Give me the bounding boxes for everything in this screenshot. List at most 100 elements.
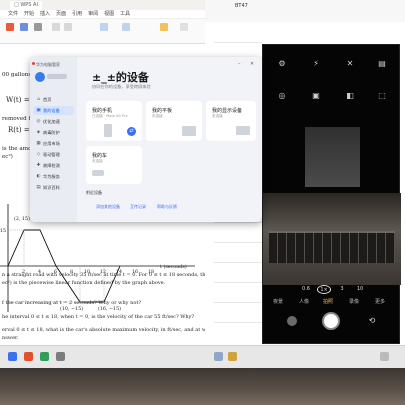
nearby-devices-heading: 附近设备 (86, 190, 102, 195)
mode-portrait[interactable]: 人像 (299, 298, 309, 305)
sidebar-item-optimize[interactable]: ◎ 优化加速 (33, 117, 74, 126)
gallery-thumbnail[interactable] (287, 316, 297, 326)
service-icon: ◐ (36, 174, 41, 179)
zoom-selector: 0.6 1× 3 10 (263, 285, 401, 295)
find-icon[interactable] (160, 23, 168, 31)
camera-preview-thumbnail (305, 127, 360, 187)
heading-icon[interactable] (122, 23, 130, 31)
switch-camera-icon[interactable]: ⟲ (367, 316, 377, 326)
doc-tab-wps-ai[interactable]: □ WPS AI (10, 1, 42, 10)
menu-reference[interactable]: 引用 (72, 10, 82, 18)
filter-icon[interactable]: ▤ (375, 59, 389, 68)
avatar[interactable] (35, 72, 45, 82)
sheet-icon[interactable] (40, 352, 49, 361)
sidebar-item-home[interactable]: ⌂ 首页 (33, 95, 74, 104)
settings-icon[interactable] (180, 23, 188, 31)
camera-mode-bar: 夜景 人像 拍照 录像 更多 (263, 298, 401, 307)
close-icon[interactable]: ✕ (343, 59, 357, 68)
diagnostics-icon: ✚ (36, 163, 41, 168)
menu-tools[interactable]: 工具 (120, 10, 130, 18)
menu-review[interactable]: 审阅 (88, 10, 98, 18)
doc-paragraph: f the car increasing at t = 2 seconds? W… (2, 300, 142, 306)
ratio-icon[interactable]: ▣ (309, 91, 323, 100)
device-card-phone[interactable]: 我的手机 已连接 · Mate 60 Pro ⇄ (86, 101, 142, 141)
card-status: 已连接 · Mate 60 Pro (92, 114, 128, 118)
sidebar-item-services[interactable]: ◐ 华为服务 (33, 172, 74, 181)
doc-tab-1[interactable] (44, 1, 52, 10)
phone-mirror-window[interactable]: ⚙ ⚡ ✕ ▤ ◎ ▣ ◧ ⬚ 0.6 1× 3 10 夜景 人像 拍照 录像 … (262, 44, 401, 344)
connect-badge-icon[interactable]: ⇄ (127, 127, 136, 136)
sidebar-item-diagnostics[interactable]: ✚ 故障检测 (33, 161, 74, 170)
help-feedback-link[interactable]: 帮助与反馈 (157, 204, 177, 210)
mode-photo[interactable]: 拍照 (323, 298, 333, 305)
home-icon: ⌂ (37, 97, 40, 102)
format-icon[interactable] (20, 23, 28, 31)
zoom-option[interactable]: 3 (335, 285, 349, 294)
tablet-icon (182, 126, 196, 136)
display-icon (236, 126, 250, 135)
start-icon[interactable] (8, 352, 17, 361)
flash-icon[interactable]: ⚡ (309, 59, 323, 68)
close-icon[interactable]: ✕ (250, 61, 254, 67)
notification-icon[interactable] (380, 352, 389, 361)
optimize-icon: ◎ (36, 119, 41, 124)
shutter-button[interactable] (322, 312, 340, 330)
device-card-tablet[interactable]: 我的平板 未连接 (146, 101, 202, 141)
device-card-car[interactable]: 我的车 未连接 (86, 146, 142, 184)
sidebar-item-knowledge[interactable]: ▤ 知识百科 (33, 183, 74, 192)
menu-file[interactable]: 文件 (8, 10, 18, 18)
book-icon: ▤ (36, 185, 41, 190)
device-card-display[interactable]: 我的显示设备 未连接 (206, 101, 256, 141)
doc-paragraph: he interval 0 ≤ t ≤ 18, when t = 0, is t… (2, 314, 195, 320)
menu-page[interactable]: 页面 (56, 10, 66, 18)
app-icon[interactable] (228, 352, 237, 361)
sheet-row (214, 302, 262, 303)
sidebar-item-drivers[interactable]: ◇ 驱动管理 (33, 150, 74, 159)
zoom-option[interactable]: 10 (353, 285, 367, 294)
sidebar-item-app-market[interactable]: ▦ 应用市场 (33, 139, 74, 148)
sheet-row (214, 42, 262, 43)
settings-icon[interactable]: ⚙ (275, 59, 289, 68)
style-icon[interactable] (100, 23, 108, 31)
folder-icon[interactable] (56, 352, 65, 361)
monitor-screen: □ WPS AI 文件 开始 插入 页面 引用 审阅 视图 工具 00 gall… (0, 0, 405, 368)
wps-icon[interactable] (24, 352, 33, 361)
huawei-logo-icon (32, 62, 35, 65)
x-axis-label: t (seconds) (160, 263, 187, 270)
doc-tab-2[interactable] (54, 1, 62, 10)
sheet-row (214, 222, 262, 223)
timer-icon[interactable]: ◎ (275, 91, 289, 100)
grid-icon[interactable]: ◧ (343, 91, 357, 100)
minimize-icon[interactable]: – (238, 61, 241, 67)
zoom-option-active[interactable]: 1× (317, 285, 331, 294)
transfer-history-link[interactable]: 互传记录 (130, 204, 146, 210)
page-subtitle: 协同在你的设备，享受跨屏体验 (92, 84, 151, 89)
device-manager-dialog: 华为电脑管家 ⌂ 首页 ▣ 我的设备 ◎ 优化加速 ◈ 病毒防护 ▦ 应用市场 (30, 57, 262, 222)
frame-icon[interactable]: ⬚ (375, 91, 389, 100)
app-icon[interactable] (214, 352, 223, 361)
camera-viewfinder[interactable] (263, 193, 401, 285)
sidebar-item-label: 故障检测 (43, 162, 60, 168)
bold-icon[interactable] (52, 23, 60, 31)
font-icon[interactable] (34, 23, 42, 31)
menu-home[interactable]: 开始 (24, 10, 34, 18)
page-title: ±_±的设备 (92, 71, 149, 84)
sidebar-item-antivirus[interactable]: ◈ 病毒防护 (33, 128, 74, 137)
doc-ribbon (0, 19, 205, 44)
add-device-link[interactable]: 添加其他设备 (96, 204, 120, 210)
mode-night[interactable]: 夜景 (273, 298, 283, 305)
point-label: (16, −15) (98, 305, 121, 312)
mode-more[interactable]: 更多 (375, 298, 385, 305)
doc-paragraph: ec²) is the piecewise linear function de… (2, 280, 166, 286)
zoom-option[interactable]: 0.6 (299, 285, 313, 294)
card-status: 未连接 (212, 114, 223, 118)
card-status: 未连接 (152, 114, 163, 118)
italic-icon[interactable] (64, 23, 72, 31)
sidebar-item-my-devices[interactable]: ▣ 我的设备 (33, 106, 74, 115)
y-tick-label: 15 (0, 228, 6, 234)
menu-insert[interactable]: 插入 (40, 10, 50, 18)
menu-view[interactable]: 视图 (104, 10, 114, 18)
mode-video[interactable]: 录像 (349, 298, 359, 305)
phone-camera-settings: ⚙ ⚡ ✕ ▤ ◎ ▣ ◧ ⬚ (263, 53, 401, 123)
paste-icon[interactable] (6, 23, 14, 31)
